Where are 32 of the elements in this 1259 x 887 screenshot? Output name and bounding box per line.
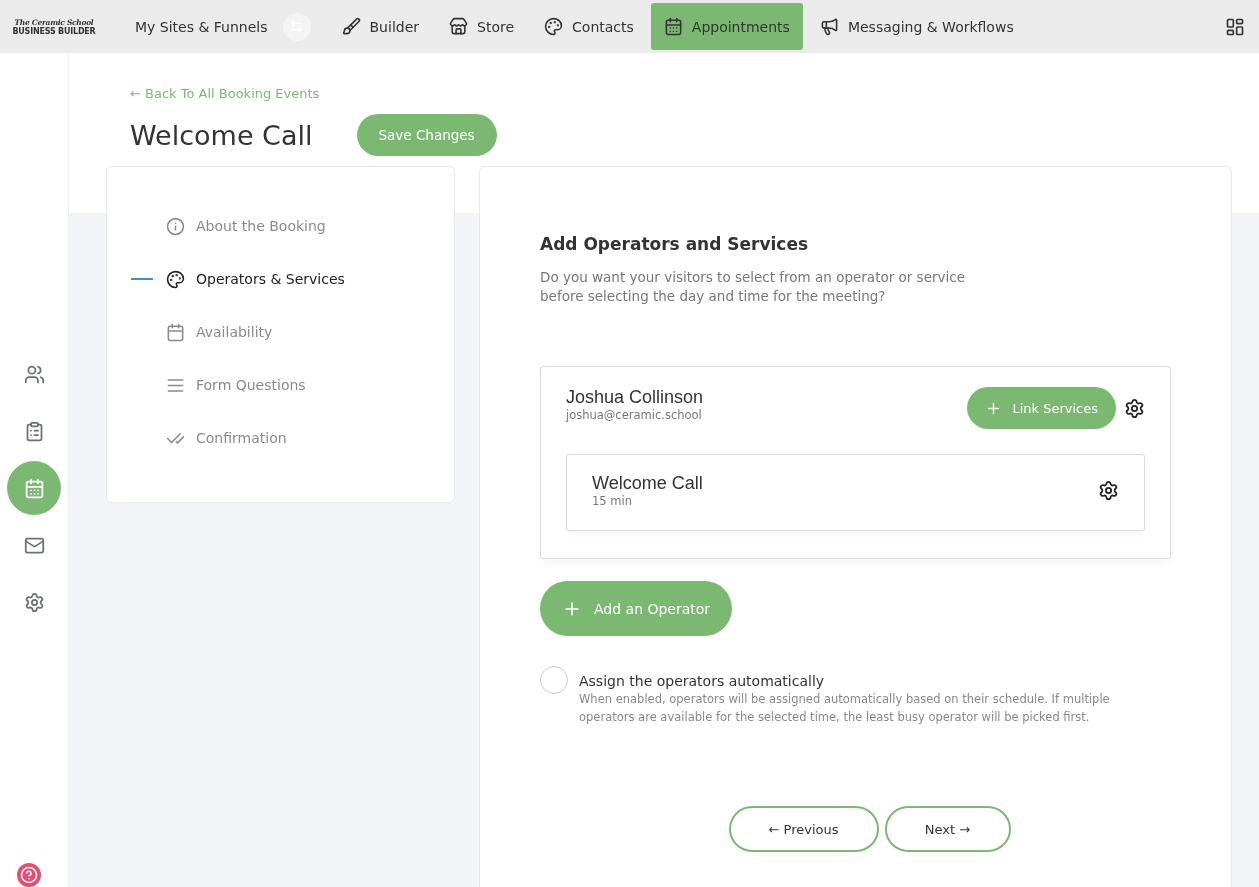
nav-item[interactable]: My Sites & Funnels xyxy=(122,3,281,50)
settings-icon[interactable] xyxy=(1124,397,1145,419)
nav-item[interactable]: Messaging & Workflows xyxy=(806,3,1027,50)
nav-item[interactable]: Contacts xyxy=(531,3,647,50)
section-description: Do you want your visitors to select from an operator or service before selecting the day and time for the meeting? xyxy=(540,268,966,306)
step-item[interactable]: Confirmation xyxy=(131,427,454,449)
page-title: Welcome Call xyxy=(130,119,313,151)
nav-item[interactable]: Appointments xyxy=(650,3,803,50)
previous-button[interactable]: ← Previous xyxy=(728,806,879,852)
settings-icon xyxy=(23,591,45,613)
service-name: Welcome Call xyxy=(592,473,704,494)
step-item[interactable]: About the Booking xyxy=(131,215,454,237)
step-item[interactable]: Operators & Services xyxy=(131,268,454,290)
info-icon xyxy=(166,216,185,236)
auto-assign-help: When enabled, operators will be assigned automatically based on their schedule. If multiple operators are available for the selected time, the least busy operator will be picked first. xyxy=(579,691,1111,726)
operator-name: Joshua Collinson xyxy=(566,387,705,408)
service-duration: 15 min xyxy=(592,494,633,508)
nav-item[interactable]: Store xyxy=(436,3,528,50)
dashboard-icon[interactable] xyxy=(1225,16,1245,37)
operator-email: joshua@ceramic.school xyxy=(566,408,703,422)
next-button[interactable]: Next → xyxy=(884,806,1011,852)
auto-assign-label: Assign the operators automatically xyxy=(579,673,826,689)
logo-subtitle: BUSINESS BUILDER xyxy=(12,26,96,36)
settings-icon[interactable] xyxy=(1098,480,1119,501)
section-title: Add Operators and Services xyxy=(540,234,810,254)
calendar-icon xyxy=(23,477,45,499)
help-icon[interactable] xyxy=(17,863,41,887)
step-item[interactable]: Availability xyxy=(131,321,454,343)
calendar-icon xyxy=(166,322,185,342)
people-icon xyxy=(23,363,45,385)
nav-item[interactable]: Builder xyxy=(328,3,433,50)
auto-assign-checkbox[interactable] xyxy=(540,666,568,694)
